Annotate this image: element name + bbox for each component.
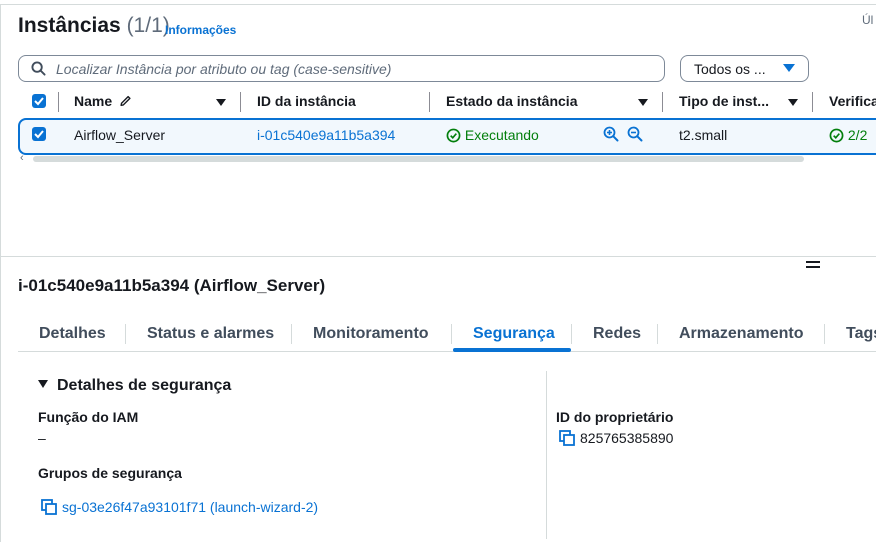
sort-type-icon[interactable] — [788, 99, 798, 106]
split-pane-divider — [0, 256, 876, 257]
row-checkbox[interactable] — [32, 127, 46, 141]
sort-state-icon[interactable] — [638, 99, 648, 106]
tab-details[interactable]: Detalhes — [39, 325, 106, 343]
column-separator — [58, 92, 59, 112]
zoom-in-glyph — [603, 126, 619, 142]
column-separator — [240, 92, 241, 112]
tab-separator — [824, 324, 825, 344]
scroll-left-arrow[interactable]: ‹ — [20, 152, 24, 164]
panel-top-border — [0, 4, 876, 5]
copy-icon[interactable] — [559, 430, 575, 446]
page-title-text: Instâncias — [18, 14, 121, 37]
section-title: Detalhes de segurança — [57, 377, 232, 394]
search-placeholder: Localizar Instância por atributo ou tag … — [56, 61, 392, 77]
sort-name-icon[interactable] — [216, 99, 226, 106]
status-success-icon — [829, 128, 844, 143]
security-groups-label: Grupos de segurança — [38, 465, 182, 481]
caret-down-icon — [783, 64, 795, 72]
column-header-name[interactable]: Name — [74, 93, 133, 109]
zoom-out-icon[interactable] — [627, 126, 643, 147]
state-filter-select[interactable]: Todos os ... — [680, 55, 809, 82]
selection-count: (1/1) — [126, 14, 170, 37]
iam-role-value: – — [38, 430, 46, 446]
zoom-in-icon[interactable] — [603, 126, 619, 147]
column-header-type[interactable]: Tipo de inst... — [679, 93, 769, 109]
tab-separator — [657, 324, 658, 344]
resize-handle-icon[interactable] — [806, 261, 820, 269]
iam-role-label: Função do IAM — [38, 409, 139, 425]
tab-separator — [571, 324, 572, 344]
horizontal-scrollbar[interactable] — [33, 156, 804, 162]
column-name-label: Name — [74, 93, 113, 109]
security-group-row: sg-03e26f47a93101f71 (launch-wizard-2) — [41, 499, 318, 515]
info-link[interactable]: Informações — [165, 23, 236, 37]
tab-status-alarms[interactable]: Status e alarmes — [147, 325, 274, 343]
column-header-id[interactable]: ID da instância — [257, 93, 356, 109]
column-header-checks[interactable]: Verifica — [829, 93, 876, 109]
tab-security[interactable]: Segurança — [473, 325, 555, 343]
tab-separator — [291, 324, 292, 344]
tab-separator — [451, 324, 452, 344]
tab-storage[interactable]: Armazenamento — [679, 325, 803, 343]
checkmark-icon — [34, 130, 44, 139]
cell-instance-id-link[interactable]: i-01c540e9a11b5a394 — [257, 127, 395, 143]
copy-icon[interactable] — [41, 499, 57, 515]
cell-instance-state: Executando — [446, 127, 539, 143]
column-separator — [429, 92, 430, 112]
owner-id-label: ID do proprietário — [556, 409, 674, 425]
page-title: Instâncias (1/1) — [18, 14, 170, 38]
owner-id-row: 825765385890 — [559, 430, 673, 446]
column-separator — [812, 92, 813, 112]
edit-pencil-icon[interactable] — [118, 94, 133, 108]
state-label: Executando — [464, 127, 539, 143]
truncated-header-text: Úl — [862, 13, 874, 27]
security-details-toggle[interactable]: Detalhes de segurança — [38, 377, 231, 395]
search-icon — [31, 61, 46, 76]
cell-instance-type: t2.small — [679, 127, 728, 143]
detail-panel-title: i-01c540e9a11b5a394 (Airflow_Server) — [18, 276, 326, 295]
checkmark-icon — [34, 97, 44, 106]
tab-separator — [125, 324, 126, 344]
cell-instance-name: Airflow_Server — [74, 127, 166, 143]
search-input[interactable]: Localizar Instância por atributo ou tag … — [18, 55, 665, 82]
active-tab-indicator — [453, 348, 571, 352]
tab-networking[interactable]: Redes — [593, 325, 641, 343]
column-divider — [546, 371, 547, 539]
checks-label: 2/2 — [847, 127, 868, 143]
owner-id-value: 825765385890 — [580, 430, 674, 446]
tab-monitoring[interactable]: Monitoramento — [313, 325, 429, 343]
panel-left-border — [0, 4, 1, 542]
select-all-checkbox[interactable] — [32, 94, 46, 108]
security-group-link[interactable]: sg-03e26f47a93101f71 (launch-wizard-2) — [62, 499, 318, 515]
tab-tags[interactable]: Tags — [846, 325, 876, 343]
cell-status-checks: 2/2 — [829, 127, 867, 143]
column-header-state[interactable]: Estado da instância — [446, 93, 577, 109]
status-success-icon — [446, 128, 461, 143]
state-filter-label: Todos os ... — [694, 61, 766, 77]
zoom-out-glyph — [627, 126, 643, 142]
caret-down-icon — [38, 379, 48, 388]
tabs-baseline — [18, 351, 876, 352]
column-separator — [662, 92, 663, 112]
